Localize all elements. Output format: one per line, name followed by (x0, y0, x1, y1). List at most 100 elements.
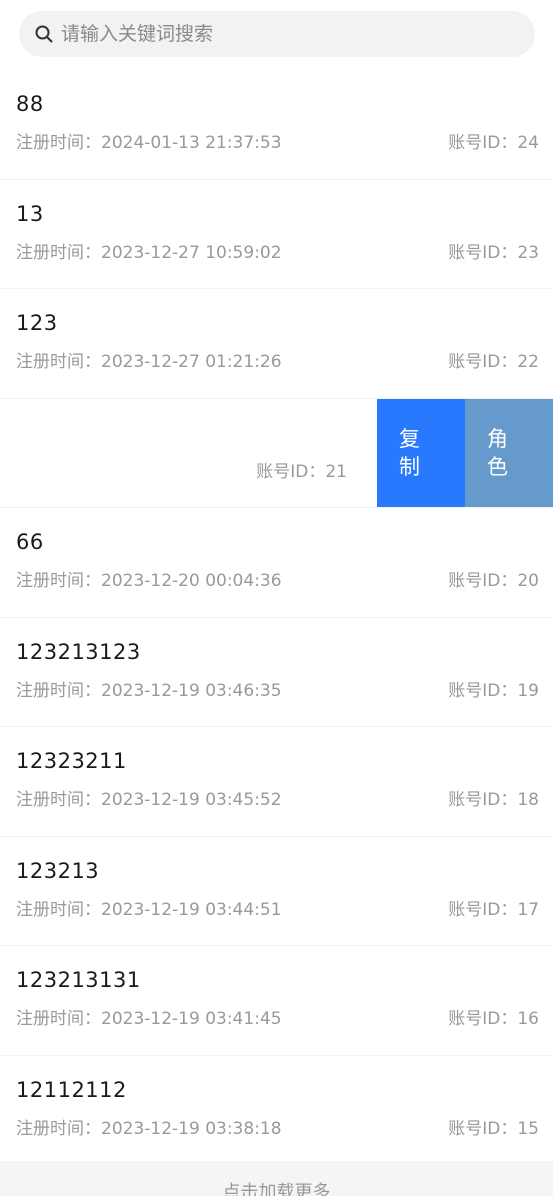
account-meta: -20 01:15:15账号ID：21 (0, 457, 347, 482)
account-meta: 注册时间：2024-01-13 21:37:53 账号ID：24 (16, 128, 539, 153)
account-name: 12112112 (16, 1077, 127, 1102)
account-meta: 注册时间：2023-12-19 03:44:51 账号ID：17 (16, 895, 539, 920)
swipe-actions: 复制 角色 (377, 398, 553, 507)
account-meta: 注册时间：2023-12-19 03:38:18 账号ID：15 (16, 1114, 539, 1139)
account-list-page: 88注册时间：2024-01-13 21:37:53账号ID：2413注册时间：… (0, 0, 553, 1196)
account-name: 12323211 (16, 749, 127, 773)
account-list: 88 注册时间：2024-01-13 21:37:53 账号ID：24 13 注册时间：… (0, 70, 553, 1165)
account-row[interactable]: 123213123 注册时间：2023-12-19 03:46:35 账号ID：19 (0, 617, 553, 727)
account-id-label: 账号ID： (448, 133, 518, 153)
account-id-value: 15 (517, 1118, 539, 1139)
account-meta: 注册时间：2023-12-27 10:59:02 账号ID：23 (16, 238, 539, 263)
account-id: 账号ID：18 (448, 785, 539, 810)
register-time-label: 注册时间： (16, 899, 101, 920)
account-row[interactable]: -20 01:15:15账号ID：21 复制 角色 (0, 398, 553, 508)
account-id-label: 账号ID： (448, 242, 518, 263)
account-row-content[interactable]: 123 注册时间：2023-12-27 01:21:26 账号ID：22 (0, 289, 553, 398)
account-id-label: 账号ID： (448, 1118, 518, 1139)
register-time-value: 2023-12-20 00:04:36 (101, 571, 282, 591)
search-input[interactable] (61, 11, 535, 57)
account-id-value: 22 (517, 352, 539, 372)
account-name: 13 (16, 201, 44, 226)
account-row[interactable]: 66 注册时间：2023-12-20 00:04:36 账号ID：20 (0, 508, 553, 618)
register-time-label: 注册时间： (16, 571, 101, 591)
account-row-content[interactable]: 13 注册时间：2023-12-27 10:59:02 账号ID：23 (0, 179, 553, 288)
account-id: 账号ID：21 (256, 457, 347, 482)
register-time-value: 2023-12-19 03:44:51 (101, 899, 282, 920)
register-time: 注册时间：2023-12-19 03:38:18 (16, 1114, 282, 1139)
account-meta: 注册时间：2023-12-20 00:04:36 账号ID：20 (16, 566, 539, 591)
account-row-content[interactable]: -20 01:15:15账号ID：21 (0, 398, 361, 507)
register-time-value: 2023-12-27 10:59:02 (101, 242, 282, 263)
account-id-value: 20 (517, 571, 539, 591)
account-row-content[interactable]: 12112112 注册时间：2023-12-19 03:38:18 账号ID：15 (0, 1055, 553, 1164)
account-name: 123213131 (16, 968, 141, 992)
register-time-label: 注册时间： (16, 133, 101, 153)
account-id: 账号ID：23 (448, 238, 539, 263)
register-time: 注册时间：2023-12-20 00:04:36 (16, 566, 282, 591)
account-row-content[interactable]: 66 注册时间：2023-12-20 00:04:36 账号ID：20 (0, 508, 553, 617)
register-time: 注册时间：2023-12-19 03:45:52 (16, 785, 282, 810)
account-name: 66 (16, 530, 44, 554)
register-time-label: 注册时间： (16, 790, 101, 810)
register-time-label: 注册时间： (16, 680, 101, 701)
account-row-content[interactable]: 88 注册时间：2024-01-13 21:37:53 账号ID：24 (0, 70, 553, 179)
account-row[interactable]: 88 注册时间：2024-01-13 21:37:53 账号ID：24 (0, 70, 553, 180)
account-row-content[interactable]: 123213 注册时间：2023-12-19 03:44:51 账号ID：17 (0, 836, 553, 945)
account-id-label: 账号ID： (448, 352, 518, 372)
register-time-value: 2023-12-19 03:38:18 (101, 1118, 282, 1139)
register-time: 注册时间：2023-12-27 10:59:02 (16, 238, 282, 263)
account-name: 123213 (16, 858, 100, 883)
account-id-value: 24 (517, 133, 539, 153)
account-id-value: 17 (517, 899, 539, 920)
account-id: 账号ID：24 (448, 128, 539, 153)
account-id-value: 19 (517, 680, 539, 701)
register-time-value: 2023-12-19 03:45:52 (101, 790, 282, 810)
register-time-value: 2023-12-19 03:46:35 (101, 680, 282, 701)
register-time: 注册时间：2023-12-19 03:41:45 (16, 1004, 282, 1029)
register-time: 注册时间：2023-12-19 03:44:51 (16, 895, 282, 920)
account-id-label: 账号ID： (256, 461, 326, 482)
account-id-value: 23 (517, 242, 539, 263)
account-id-value: 21 (325, 461, 347, 482)
account-name: 88 (16, 92, 44, 116)
account-id-label: 账号ID： (448, 899, 518, 920)
account-id-value: 16 (517, 1009, 539, 1029)
account-meta: 注册时间：2023-12-19 03:46:35 账号ID：19 (16, 676, 539, 701)
register-time-value: 2024-01-13 21:37:53 (101, 133, 282, 153)
load-more-button[interactable]: 点击加载更多 (0, 1161, 553, 1196)
account-row[interactable]: 123213 注册时间：2023-12-19 03:44:51 账号ID：17 (0, 836, 553, 946)
account-row-content[interactable]: 123213131 注册时间：2023-12-19 03:41:45 账号ID：16 (0, 946, 553, 1055)
register-time-label: 注册时间： (16, 1009, 101, 1029)
account-id-label: 账号ID： (448, 790, 518, 810)
account-id: 账号ID：20 (448, 566, 539, 591)
account-id: 账号ID：22 (448, 347, 539, 372)
register-time: 注册时间：2023-12-19 03:46:35 (16, 676, 282, 701)
register-time-label: 注册时间： (16, 242, 101, 263)
account-meta: 注册时间：2023-12-19 03:41:45 账号ID：16 (16, 1004, 539, 1029)
account-row[interactable]: 13 注册时间：2023-12-27 10:59:02 账号ID：23 (0, 179, 553, 289)
register-time-value: 2023-12-27 01:21:26 (101, 352, 282, 372)
search-icon (34, 24, 54, 44)
account-name: 123213123 (16, 639, 141, 664)
account-row-content[interactable]: 12323211 注册时间：2023-12-19 03:45:52 账号ID：18 (0, 727, 553, 836)
register-time: 注册时间：2024-01-13 21:37:53 (16, 128, 282, 153)
copy-button[interactable]: 复制 (377, 398, 465, 507)
search-bar[interactable] (19, 11, 535, 57)
copy-button-label: 复制 (399, 426, 420, 479)
account-id: 账号ID：19 (448, 676, 539, 701)
account-row-content[interactable]: 123213123 注册时间：2023-12-19 03:46:35 账号ID：19 (0, 617, 553, 726)
register-time: 注册时间：2023-12-27 01:21:26 (16, 347, 282, 372)
account-row[interactable]: 123 注册时间：2023-12-27 01:21:26 账号ID：22 (0, 289, 553, 399)
account-row[interactable]: 123213131 注册时间：2023-12-19 03:41:45 账号ID：16 (0, 946, 553, 1056)
account-id-label: 账号ID： (448, 680, 518, 701)
account-row[interactable]: 12323211 注册时间：2023-12-19 03:45:52 账号ID：18 (0, 727, 553, 837)
account-row[interactable]: 12112112 注册时间：2023-12-19 03:38:18 账号ID：15 (0, 1055, 553, 1165)
role-button-label: 角色 (487, 426, 508, 479)
account-id: 账号ID：17 (448, 895, 539, 920)
account-id-label: 账号ID： (448, 1009, 518, 1029)
search-area (0, 0, 553, 70)
role-button[interactable]: 角色 (465, 398, 553, 507)
register-time-value: 2023-12-19 03:41:45 (101, 1009, 282, 1029)
account-name: 123 (16, 311, 58, 335)
